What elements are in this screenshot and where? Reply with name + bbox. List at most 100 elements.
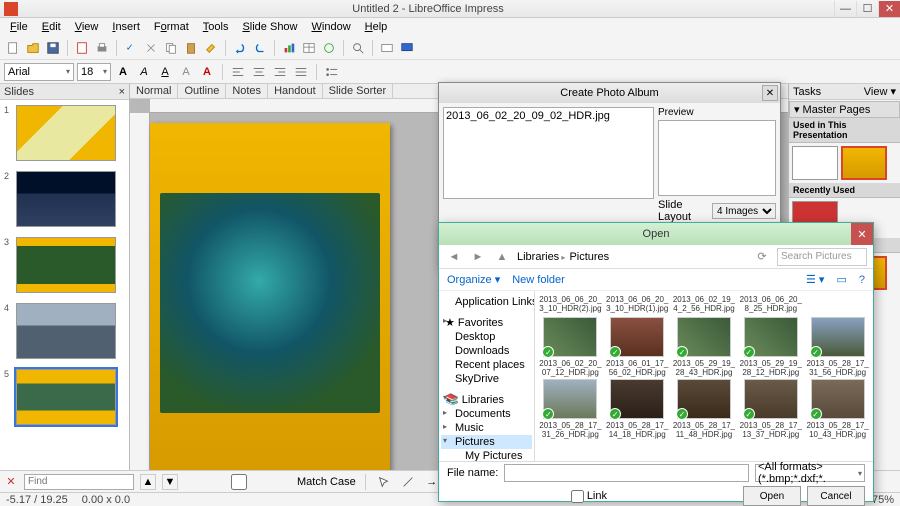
hyperlink-icon[interactable] [320,39,338,57]
slide-thumb[interactable]: 3 [16,237,121,293]
menu-view[interactable]: View [69,19,105,35]
forward-icon[interactable]: ► [469,248,487,266]
file-item[interactable]: ✓2013_05_29_19_28_43_HDR.jpg [673,317,736,377]
menu-slideshow[interactable]: Slide Show [236,19,303,35]
file-item[interactable]: 2013_06_06_20_3_10_HDR(1).jpg [606,293,669,313]
tab-handout[interactable]: Handout [268,84,323,98]
file-item[interactable]: ✓2013_05_28_17_14_18_HDR.jpg [606,379,669,439]
slide-thumb[interactable]: 1 [16,105,121,161]
back-icon[interactable]: ◄ [445,248,463,266]
menu-help[interactable]: Help [359,19,394,35]
help-icon[interactable]: ? [859,274,865,286]
tree-item[interactable]: Application Links [441,295,532,309]
cancel-button[interactable]: Cancel [807,486,865,506]
link-checkbox[interactable] [571,490,584,503]
tree-item[interactable]: ▸Music [441,421,532,435]
up-icon[interactable]: ▲ [493,248,511,266]
menu-file[interactable]: File [4,19,34,35]
italic-icon[interactable]: A [135,63,153,81]
pointer-tool-icon[interactable] [375,473,393,491]
master-thumb[interactable] [841,146,887,180]
tree-item[interactable]: Desktop [441,330,532,344]
menu-tools[interactable]: Tools [197,19,235,35]
new-folder-button[interactable]: New folder [512,274,565,286]
underline-icon[interactable]: A [156,63,174,81]
close-panel-icon[interactable]: × [119,86,125,98]
preview-pane-icon[interactable]: ▭ [836,273,846,286]
file-item[interactable]: ✓2013_05_28_17_31_56_HDR.jpg [806,317,869,377]
print-icon[interactable] [93,39,111,57]
tree-item[interactable]: Recent places [441,358,532,372]
breadcrumb[interactable]: LibrariesPictures [517,251,747,263]
file-item[interactable]: 2013_06_02_19_4_2_56_HDR.jpg [673,293,736,313]
tree-item-pictures[interactable]: ▾Pictures [441,435,532,449]
format-combo[interactable]: <All formats> (*.bmp;*.dxf;*.▾ [755,464,865,482]
tree-item[interactable]: ▾📚 Libraries [441,392,532,407]
file-item[interactable]: ✓2013_05_29_19_28_12_HDR.jpg [739,317,802,377]
maximize-button[interactable]: ☐ [856,1,878,17]
view-mode-icon[interactable]: ☰ ▾ [806,273,824,286]
menu-insert[interactable]: Insert [106,19,146,35]
align-justify-icon[interactable] [292,63,310,81]
align-left-icon[interactable] [229,63,247,81]
paste-icon[interactable] [182,39,200,57]
tree-item[interactable]: ▸Documents [441,407,532,421]
tab-outline[interactable]: Outline [178,84,226,98]
matchcase-checkbox[interactable] [184,474,294,490]
slide-thumb[interactable]: 2 [16,171,121,227]
list-item[interactable]: 2013_06_02_20_09_02_HDR.jpg [446,110,651,122]
file-item[interactable]: ✓2013_05_28_17_31_26_HDR.jpg [539,379,602,439]
save-icon[interactable] [44,39,62,57]
slide-icon[interactable] [378,39,396,57]
bold-icon[interactable]: A [114,63,132,81]
search-input[interactable]: Search Pictures [777,248,867,266]
tree-item[interactable]: Downloads [441,344,532,358]
file-item[interactable]: ✓2013_05_28_17_10_43_HDR.jpg [806,379,869,439]
bullets-icon[interactable] [323,63,341,81]
presentation-icon[interactable] [398,39,416,57]
undo-icon[interactable] [231,39,249,57]
tasks-view-menu[interactable]: View ▾ [864,85,896,98]
tree-item[interactable]: ▸★ Favorites [441,315,532,330]
chart-icon[interactable] [280,39,298,57]
export-pdf-icon[interactable] [73,39,91,57]
dialog-close-icon[interactable]: ✕ [762,85,778,101]
file-item[interactable]: ✓2013_06_02_20_07_12_HDR.jpg [539,317,602,377]
font-name-combo[interactable]: Arial▾ [4,63,74,81]
tab-normal[interactable]: Normal [130,84,178,98]
open-button[interactable]: Open [743,486,801,506]
open-icon[interactable] [24,39,42,57]
master-pages-expander[interactable]: ▾Master Pages [789,101,900,118]
copy-icon[interactable] [162,39,180,57]
minimize-button[interactable]: — [834,1,856,17]
slide-thumb[interactable]: 5 [16,369,121,425]
align-right-icon[interactable] [271,63,289,81]
file-item[interactable]: 2013_06_06_20_8_25_HDR.jpg [739,293,802,313]
cut-icon[interactable] [142,39,160,57]
organize-menu[interactable]: Organize ▾ [447,273,500,286]
menu-format[interactable]: Format [148,19,195,35]
close-find-icon[interactable]: ✕ [4,475,18,489]
line-tool-icon[interactable] [399,473,417,491]
align-center-icon[interactable] [250,63,268,81]
font-size-combo[interactable]: 18▾ [77,63,111,81]
album-file-list[interactable]: 2013_06_02_20_09_02_HDR.jpg [443,107,654,199]
file-item[interactable]: 2013_06_06_20_3_10_HDR(2).jpg [539,293,602,313]
file-item[interactable]: ✓2013_05_28_17_13_37_HDR.jpg [739,379,802,439]
format-paint-icon[interactable] [202,39,220,57]
spellcheck-icon[interactable]: ✓ [122,39,140,57]
file-item[interactable]: ✓2013_06_01_17_56_02_HDR.jpg [606,317,669,377]
close-button[interactable]: ✕ [878,1,900,17]
slide-canvas[interactable] [150,123,390,483]
zoom-icon[interactable] [349,39,367,57]
refresh-icon[interactable]: ⟳ [753,248,771,266]
slide-layout-select[interactable]: 4 Images [712,203,776,219]
tab-slidesorter[interactable]: Slide Sorter [323,84,393,98]
find-input[interactable] [24,474,134,490]
tree-item[interactable]: My Pictures [441,449,532,461]
tab-notes[interactable]: Notes [226,84,268,98]
table-icon[interactable] [300,39,318,57]
slide-thumb[interactable]: 4 [16,303,121,359]
tree-item[interactable]: SkyDrive [441,372,532,386]
find-prev-icon[interactable]: ▲ [140,474,156,490]
